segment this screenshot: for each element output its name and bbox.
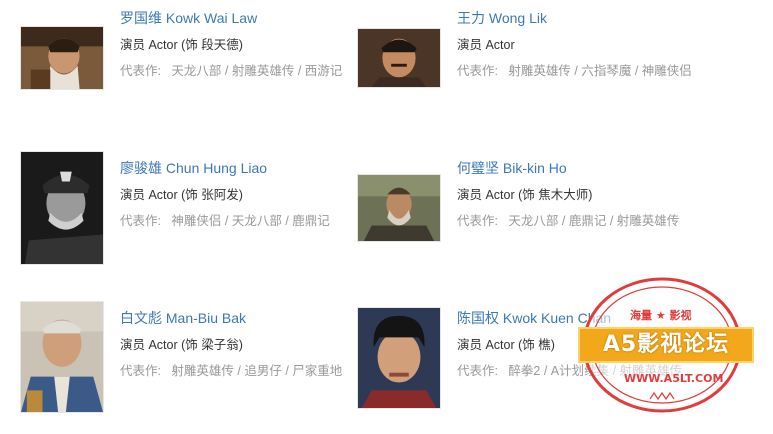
known-for: 代表作: 射雕英雄传 / 追男仔 / 尸家重地	[120, 364, 343, 378]
actor-photo[interactable]	[357, 28, 441, 88]
work-link[interactable]: 六指琴魔	[581, 64, 631, 78]
actor-name[interactable]: 陈国权 Kwok Kuen Chan	[457, 308, 702, 328]
actor-photo[interactable]	[20, 26, 104, 90]
work-link[interactable]: 鹿鼎记	[569, 214, 607, 228]
work-link[interactable]: 射雕英雄传	[617, 214, 680, 228]
actor-photo[interactable]	[20, 151, 104, 265]
actor-role: 演员 Actor	[457, 38, 515, 52]
work-link[interactable]: 天龙八部	[232, 214, 282, 228]
actor-role: 演员 Actor (饰 梁子翁)	[120, 338, 243, 352]
known-for: 代表作: 天龙八部 / 射雕英雄传 / 西游记	[120, 64, 343, 78]
actor-role: 演员 Actor (饰 樵)	[457, 338, 555, 352]
actor-name[interactable]: 罗国维 Kowk Wai Law	[120, 8, 365, 28]
known-for: 代表作: 天龙八部 / 鹿鼎记 / 射雕英雄传	[457, 214, 680, 228]
known-for: 代表作: 射雕英雄传 / 六指琴魔 / 神雕侠侣	[457, 64, 692, 78]
cast-card: 王力 Wong Lik 演员 Actor 代表作: 射雕英雄传 / 六指琴魔 /…	[357, 8, 702, 128]
actor-role: 演员 Actor (饰 段天德)	[120, 38, 243, 52]
work-link[interactable]: 射雕英雄传	[620, 364, 683, 378]
work-link[interactable]: 鹿鼎记	[292, 214, 330, 228]
actor-photo[interactable]	[357, 174, 441, 242]
work-link[interactable]: 醉拳2	[508, 364, 540, 378]
actor-info: 陈国权 Kwok Kuen Chan 演员 Actor (饰 樵) 代表作: 醉…	[457, 308, 702, 382]
work-link[interactable]: A计划续集	[551, 364, 609, 378]
actor-photo[interactable]	[20, 301, 104, 413]
work-link[interactable]: 尸家重地	[292, 364, 342, 378]
work-link[interactable]: 神雕侠侣	[642, 64, 692, 78]
work-link[interactable]: 西游记	[305, 64, 343, 78]
known-for-label: 代表作:	[120, 64, 161, 78]
work-link[interactable]: 射雕英雄传	[232, 64, 295, 78]
cast-card: 何璧坚 Bik-kin Ho 演员 Actor (饰 焦木大师) 代表作: 天龙…	[357, 158, 702, 278]
actor-name[interactable]: 廖骏雄 Chun Hung Liao	[120, 158, 365, 178]
work-link[interactable]: 射雕英雄传	[508, 64, 571, 78]
known-for-label: 代表作:	[457, 214, 498, 228]
known-for: 代表作: 醉拳2 / A计划续集 / 射雕英雄传	[457, 364, 683, 378]
actor-name[interactable]: 何璧坚 Bik-kin Ho	[457, 158, 702, 178]
known-for: 代表作: 神雕侠侣 / 天龙八部 / 鹿鼎记	[120, 214, 330, 228]
work-link[interactable]: 天龙八部	[508, 214, 558, 228]
work-link[interactable]: 神雕侠侣	[171, 214, 221, 228]
work-link[interactable]: 射雕英雄传	[171, 364, 234, 378]
actor-info: 王力 Wong Lik 演员 Actor 代表作: 射雕英雄传 / 六指琴魔 /…	[457, 8, 702, 82]
actor-photo[interactable]	[357, 307, 441, 409]
actor-info: 何璧坚 Bik-kin Ho 演员 Actor (饰 焦木大师) 代表作: 天龙…	[457, 158, 702, 232]
known-for-label: 代表作:	[120, 214, 161, 228]
cast-card: 罗国维 Kowk Wai Law 演员 Actor (饰 段天德) 代表作: 天…	[20, 8, 365, 128]
actor-name[interactable]: 白文彪 Man-Biu Bak	[120, 308, 365, 328]
cast-card: 白文彪 Man-Biu Bak 演员 Actor (饰 梁子翁) 代表作: 射雕…	[20, 301, 365, 428]
work-link[interactable]: 天龙八部	[171, 64, 221, 78]
cast-card: 陈国权 Kwok Kuen Chan 演员 Actor (饰 樵) 代表作: 醉…	[357, 307, 702, 428]
actor-role: 演员 Actor (饰 焦木大师)	[457, 188, 593, 202]
known-for-label: 代表作:	[457, 364, 498, 378]
actor-info: 白文彪 Man-Biu Bak 演员 Actor (饰 梁子翁) 代表作: 射雕…	[120, 308, 365, 382]
actor-info: 廖骏雄 Chun Hung Liao 演员 Actor (饰 张阿发) 代表作:…	[120, 158, 365, 232]
actor-info: 罗国维 Kowk Wai Law 演员 Actor (饰 段天德) 代表作: 天…	[120, 8, 365, 82]
actor-name[interactable]: 王力 Wong Lik	[457, 8, 702, 28]
cast-card: 廖骏雄 Chun Hung Liao 演员 Actor (饰 张阿发) 代表作:…	[20, 151, 365, 278]
actor-role: 演员 Actor (饰 张阿发)	[120, 188, 243, 202]
known-for-label: 代表作:	[457, 64, 498, 78]
known-for-label: 代表作:	[120, 364, 161, 378]
work-link[interactable]: 追男仔	[244, 364, 282, 378]
